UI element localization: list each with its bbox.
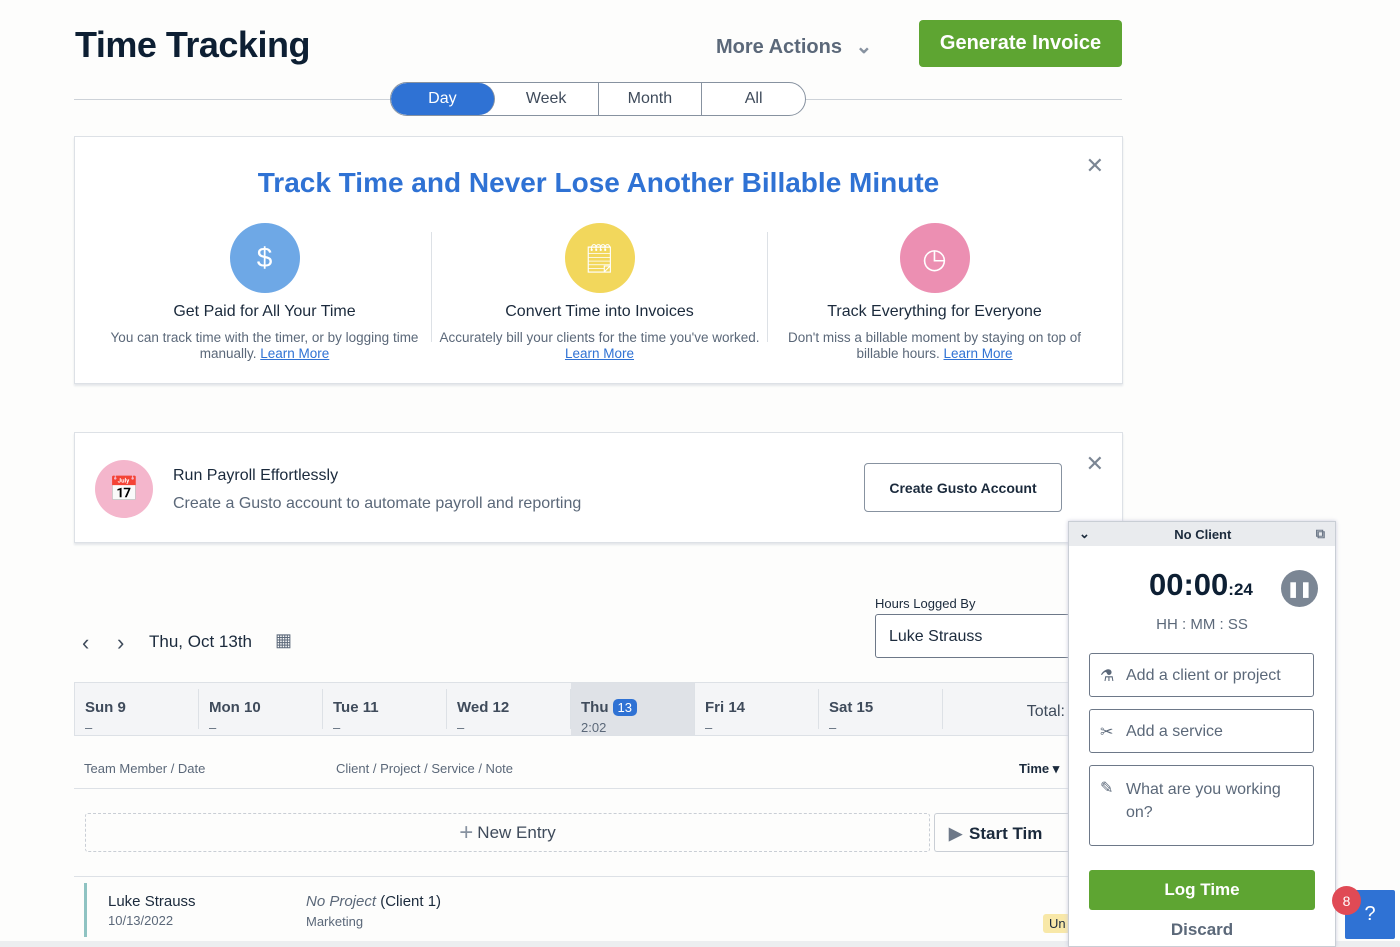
day-wed[interactable]: Wed 12– [447, 689, 571, 735]
prev-day-icon[interactable]: ‹ [82, 630, 89, 656]
client-project-input[interactable]: ⚗ Add a client or project [1089, 653, 1314, 697]
pop-out-icon[interactable]: ⧉ [1316, 526, 1325, 542]
feature-heading: Track Everything for Everyone [827, 303, 1042, 320]
row-service: Marketing [306, 914, 364, 929]
tab-day[interactable]: Day [391, 83, 495, 115]
alarm-clock-dollar-icon: $ [229, 223, 300, 293]
play-icon: ▶ [949, 824, 963, 843]
row-date: 10/13/2022 [108, 913, 174, 928]
learn-more-link[interactable]: Learn More [260, 346, 329, 361]
tab-month[interactable]: Month [599, 83, 703, 115]
tools-icon: ✂ [1100, 724, 1114, 741]
payroll-text: Create a Gusto account to automate payro… [173, 495, 582, 512]
total-label: Total: [1026, 703, 1065, 720]
day-sun[interactable]: Sun 9– [75, 689, 199, 735]
help-chat-icon: ? [1364, 903, 1376, 925]
payroll-calendar-icon: 📅 [95, 460, 153, 518]
timer-format: HH : MM : SS [1156, 616, 1248, 633]
calendar-icon[interactable]: ▦ [275, 630, 292, 651]
day-tue[interactable]: Tue 11– [323, 689, 447, 735]
learn-more-link[interactable]: Learn More [565, 346, 634, 361]
feature-heading: Get Paid for All Your Time [173, 303, 356, 320]
new-entry-button[interactable]: + New Entry [85, 813, 930, 852]
flask-icon: ⚗ [1100, 668, 1115, 685]
plus-icon: + [459, 818, 474, 846]
feature-heading: Convert Time into Invoices [505, 303, 694, 320]
team-clocks-icon: ◷ [899, 223, 970, 293]
close-icon[interactable]: ✕ [1086, 451, 1104, 477]
tab-week[interactable]: Week [495, 83, 599, 115]
row-client: (Client 1) [380, 893, 442, 910]
notification-badge: 8 [1332, 886, 1361, 915]
promo-title: Track Time and Never Lose Another Billab… [257, 167, 940, 198]
service-input[interactable]: ✂ Add a service [1089, 709, 1314, 753]
payroll-title: Run Payroll Effortlessly [173, 467, 339, 484]
col-client-header: Client / Project / Service / Note [336, 761, 514, 776]
generate-invoice-button[interactable]: Generate Invoice [919, 20, 1122, 67]
timer-panel: ⌄ No Client ⧉ 00:00:24 ❚❚ HH : MM : SS ⚗ Ad… [1068, 521, 1336, 947]
timer-display: 00:00:24 [1149, 567, 1253, 602]
start-timer-button[interactable]: ▶ Start Tim [934, 813, 1074, 852]
more-actions-label: More Actions [716, 36, 842, 58]
hours-logged-by-label: Hours Logged By [875, 596, 976, 611]
tab-all[interactable]: All [702, 83, 805, 115]
discard-button[interactable]: Discard [1069, 920, 1335, 940]
feature-text: Accurately bill your clients for the tim… [439, 330, 760, 345]
day-mon[interactable]: Mon 10– [199, 689, 323, 735]
chevron-down-icon: ⌄ [855, 36, 873, 58]
close-icon[interactable]: ✕ [1086, 153, 1104, 179]
day-thu[interactable]: Thu 13 2:02 [571, 683, 695, 735]
week-strip: Sun 9– Mon 10– Tue 11– Wed 12– Thu 13 2:02… [74, 682, 1074, 736]
timer-client-label: No Client [1174, 526, 1232, 542]
next-day-icon[interactable]: › [117, 630, 124, 656]
page-title: Time Tracking [75, 24, 310, 65]
create-gusto-account-button[interactable]: Create Gusto Account [864, 463, 1062, 512]
hours-logged-by-select[interactable]: Luke Strauss [875, 614, 1075, 658]
log-time-button[interactable]: Log Time [1089, 870, 1315, 910]
col-time-header[interactable]: Time ▾ [1019, 761, 1059, 777]
day-sat[interactable]: Sat 15– [819, 689, 943, 735]
table-row[interactable]: Luke Strauss 10/13/2022 No Project (Clie… [74, 877, 1074, 943]
learn-more-link[interactable]: Learn More [944, 346, 1013, 361]
promo-card: Track Time and Never Lose Another Billab… [74, 136, 1123, 384]
col-member-header: Team Member / Date [84, 761, 206, 776]
pencil-icon: ✎ [1100, 780, 1114, 797]
day-fri[interactable]: Fri 14– [695, 689, 819, 735]
note-input[interactable]: ✎ What are you working on? [1089, 765, 1314, 846]
more-actions-dropdown[interactable]: More Actions ⌄ [716, 34, 872, 59]
pause-button[interactable]: ❚❚ [1281, 570, 1318, 607]
today-badge: 13 [612, 699, 637, 716]
feature-text: Don't miss a billable moment by staying … [788, 330, 1081, 361]
row-project: No Project [306, 893, 377, 910]
invoice-clock-icon: 🗒 [564, 223, 635, 293]
collapse-chevron-icon[interactable]: ⌄ [1079, 526, 1090, 542]
row-member: Luke Strauss [108, 893, 196, 910]
range-tabs: Day Week Month All [390, 82, 806, 116]
current-date: Thu, Oct 13th [149, 632, 252, 651]
